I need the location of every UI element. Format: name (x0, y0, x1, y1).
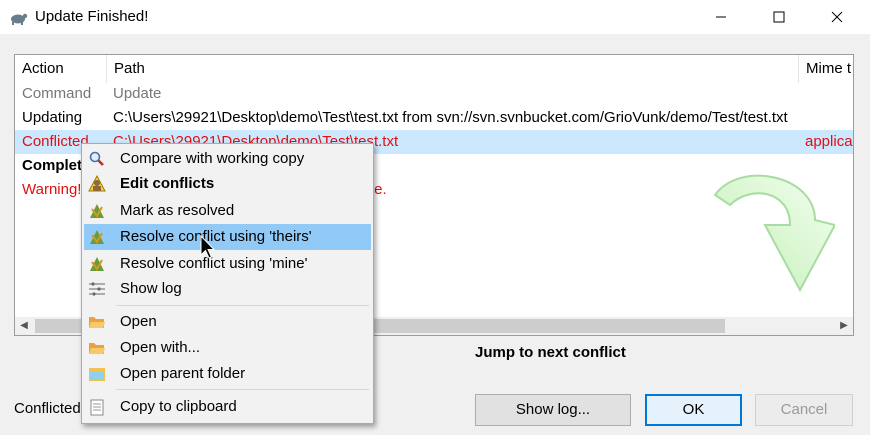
tortoise-icon (11, 13, 28, 25)
folder-icon (89, 368, 105, 381)
title-bar: Update Finished! (0, 0, 870, 34)
table-row[interactable]: Command Update (15, 82, 853, 106)
close-icon (831, 11, 843, 23)
menu-separator (116, 305, 369, 306)
menu-item-label: Open (120, 313, 157, 330)
table-row[interactable]: Updating C:\Users\29921\Desktop\demo\Tes… (15, 106, 853, 130)
row-action: Updating (22, 109, 83, 126)
menu-item-label: Show log (120, 280, 182, 297)
cancel-button[interactable]: Cancel (755, 394, 853, 426)
menu-item-resolve-theirs[interactable]: Resolve conflict using 'theirs' (84, 224, 371, 250)
menu-item-label: Edit conflicts (120, 175, 215, 192)
menu-item-open-parent-folder[interactable]: Open parent folder (84, 361, 371, 387)
menu-item-label: Open with... (120, 339, 201, 356)
magnifier-icon (89, 151, 104, 166)
jump-to-next-conflict-link[interactable]: Jump to next conflict (475, 344, 626, 361)
menu-separator (116, 389, 369, 390)
menu-item-label: Open parent folder (120, 365, 246, 382)
menu-item-edit-conflicts[interactable]: Edit conflicts (84, 171, 371, 197)
row-path: Update (113, 85, 162, 102)
log-icon (89, 282, 105, 296)
scroll-right-icon[interactable]: ▶ (835, 317, 853, 335)
maximize-button[interactable] (756, 0, 802, 34)
menu-item-open-with[interactable]: Open with... (84, 335, 371, 361)
resolve-icon (90, 230, 104, 244)
maximize-icon (773, 11, 785, 23)
scroll-left-icon[interactable]: ◀ (15, 317, 33, 335)
menu-item-open[interactable]: Open (84, 309, 371, 335)
column-header-mime[interactable]: Mime t (798, 55, 853, 83)
menu-item-compare[interactable]: Compare with working copy (84, 146, 371, 172)
clipboard-icon (90, 399, 104, 416)
list-header: Action Path Mime t (15, 55, 853, 83)
mouse-pointer-icon (200, 235, 216, 259)
context-menu: Compare with working copy Edit conflicts… (81, 143, 374, 424)
folder-open-icon (89, 317, 105, 328)
row-action: Complet (22, 157, 82, 174)
minimize-button[interactable] (698, 0, 744, 34)
folder-open-icon (89, 343, 105, 354)
resolve-icon (90, 204, 104, 218)
status-text: Conflicted (14, 400, 81, 417)
menu-item-label: Compare with working copy (120, 150, 305, 167)
menu-item-mark-resolved[interactable]: Mark as resolved (84, 198, 371, 224)
menu-item-label: Copy to clipboard (120, 398, 237, 415)
window-title: Update Finished! (35, 8, 149, 25)
menu-item-label: Mark as resolved (120, 202, 235, 219)
row-action: Command (22, 85, 92, 102)
resolve-icon (90, 257, 104, 271)
column-header-path[interactable]: Path (106, 55, 798, 83)
ok-button[interactable]: OK (645, 394, 742, 426)
edit-conflicts-icon (88, 175, 106, 192)
show-log-button[interactable]: Show log... (475, 394, 631, 426)
menu-item-show-log[interactable]: Show log (84, 276, 371, 302)
menu-item-resolve-mine[interactable]: Resolve conflict using 'mine' (84, 251, 371, 277)
close-button[interactable] (814, 0, 860, 34)
update-arrow-icon (713, 174, 835, 293)
minimize-icon (716, 16, 726, 18)
column-header-action[interactable]: Action (15, 55, 106, 83)
menu-item-copy-to-clipboard[interactable]: Copy to clipboard (84, 394, 371, 420)
row-action: Conflicted (22, 133, 89, 150)
row-path: C:\Users\29921\Desktop\demo\Test\test.tx… (113, 109, 788, 126)
row-action: Warning! (22, 181, 82, 198)
